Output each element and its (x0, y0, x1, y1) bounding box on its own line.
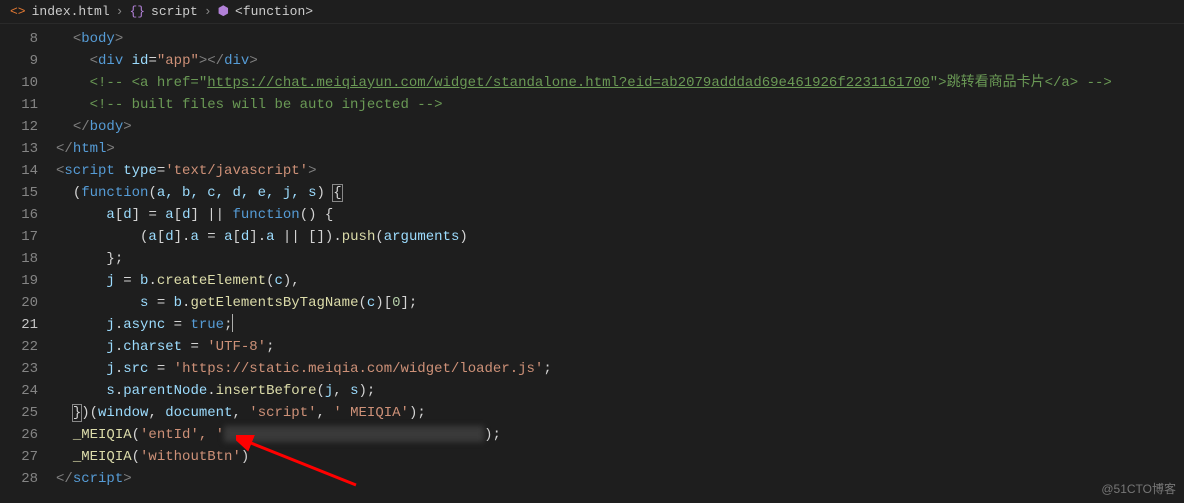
code-line: j = b.createElement(c), (56, 270, 1184, 292)
chevron-right-icon: › (204, 4, 212, 19)
file-icon: <> (10, 4, 26, 19)
code-line: j.async = true; (56, 314, 1184, 336)
watermark: @51CTO博客 (1101, 480, 1176, 497)
code-line: }; (56, 248, 1184, 270)
line-number: 21 (0, 314, 38, 336)
code-line: <script type='text/javascript'> (56, 160, 1184, 182)
line-number: 26 (0, 424, 38, 446)
code-line: _MEIQIA('entId', '); (56, 424, 1184, 446)
line-number: 8 (0, 28, 38, 50)
line-number: 17 (0, 226, 38, 248)
line-number: 23 (0, 358, 38, 380)
code-line: </html> (56, 138, 1184, 160)
line-number: 12 (0, 116, 38, 138)
line-number: 24 (0, 380, 38, 402)
code-line: _MEIQIA('withoutBtn') (56, 446, 1184, 468)
line-number: 19 (0, 270, 38, 292)
line-number: 27 (0, 446, 38, 468)
line-number: 25 (0, 402, 38, 424)
code-line: s = b.getElementsByTagName(c)[0]; (56, 292, 1184, 314)
code-line: <body> (56, 28, 1184, 50)
breadcrumb-node-function[interactable]: <function> (235, 4, 313, 19)
line-number: 9 (0, 50, 38, 72)
line-number: 14 (0, 160, 38, 182)
code-line: j.charset = 'UTF-8'; (56, 336, 1184, 358)
code-line: <!-- built files will be auto injected -… (56, 94, 1184, 116)
line-number: 20 (0, 292, 38, 314)
code-line: s.parentNode.insertBefore(j, s); (56, 380, 1184, 402)
code-line: </script> (56, 468, 1184, 490)
chevron-right-icon: › (116, 4, 124, 19)
line-number: 15 (0, 182, 38, 204)
line-number: 28 (0, 468, 38, 490)
code-line: <div id="app"></div> (56, 50, 1184, 72)
code-editor[interactable]: 8 9 10 11 12 13 14 15 16 17 18 19 20 21 … (0, 24, 1184, 499)
code-line: <!-- <a href="https://chat.meiqiayun.com… (56, 72, 1184, 94)
text-cursor (232, 314, 233, 332)
line-number: 10 (0, 72, 38, 94)
code-line: (a[d].a = a[d].a || []).push(arguments) (56, 226, 1184, 248)
breadcrumb-file[interactable]: index.html (32, 4, 110, 19)
line-number-gutter: 8 9 10 11 12 13 14 15 16 17 18 19 20 21 … (0, 24, 56, 499)
breadcrumb[interactable]: <> index.html › {} script › ⬢ <function> (0, 0, 1184, 24)
line-number: 22 (0, 336, 38, 358)
line-number: 16 (0, 204, 38, 226)
redacted-value (224, 426, 484, 442)
line-number: 18 (0, 248, 38, 270)
line-number: 11 (0, 94, 38, 116)
breadcrumb-node-script[interactable]: script (151, 4, 198, 19)
code-line: j.src = 'https://static.meiqia.com/widge… (56, 358, 1184, 380)
line-number: 13 (0, 138, 38, 160)
cube-icon: ⬢ (218, 4, 229, 19)
code-line: </body> (56, 116, 1184, 138)
code-line: a[d] = a[d] || function() { (56, 204, 1184, 226)
brace-icon: {} (129, 4, 145, 19)
code-content[interactable]: <body> <div id="app"></div> <!-- <a href… (56, 24, 1184, 499)
code-line: })(window, document, 'script', ' MEIQIA'… (56, 402, 1184, 424)
code-line: (function(a, b, c, d, e, j, s) { (56, 182, 1184, 204)
